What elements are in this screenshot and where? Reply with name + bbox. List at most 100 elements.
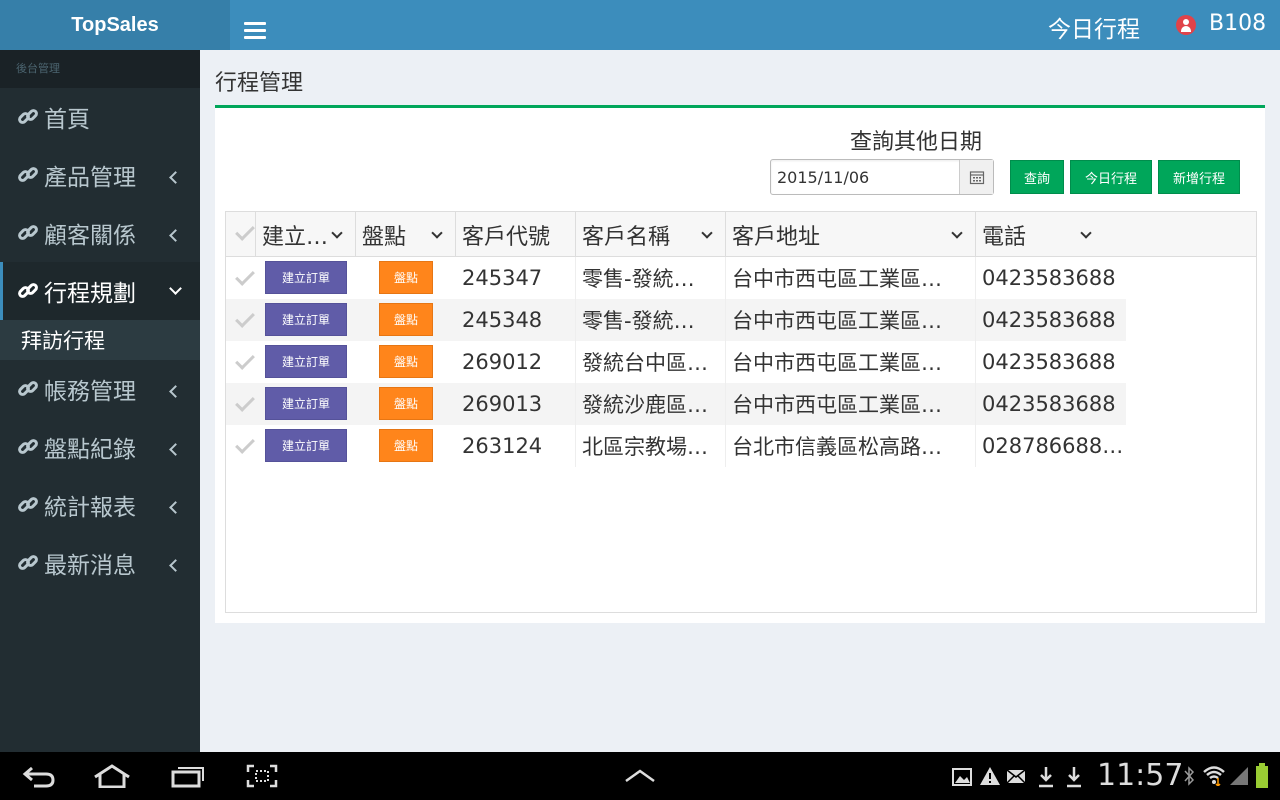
sidebar-item-home[interactable]: 首頁 <box>0 88 200 146</box>
sidebar-item-label: 統計報表 <box>44 495 136 521</box>
bluetooth-icon <box>1184 766 1195 786</box>
sidebar-item-label: 首頁 <box>44 107 90 133</box>
check-icon[interactable] <box>235 392 255 412</box>
cell-customer-id: 269013 <box>456 383 576 425</box>
date-picker[interactable] <box>770 159 994 195</box>
inventory-count-button[interactable]: 盤點 <box>379 303 433 336</box>
inventory-count-button[interactable]: 盤點 <box>379 429 433 462</box>
mail-icon <box>1006 769 1026 784</box>
sidebar-item-inventory-records[interactable]: 盤點紀錄 <box>0 418 200 476</box>
today-schedule-button[interactable]: 今日行程 <box>1070 160 1152 194</box>
user-name[interactable]: B108 <box>1209 11 1266 36</box>
table-row[interactable]: 建立訂單 盤點 269012 發統台中區… 台中市西屯區工業區… 0423583… <box>226 341 1126 383</box>
cell-customer-address: 台中市西屯區工業區… <box>726 341 976 383</box>
check-icon[interactable] <box>235 266 255 286</box>
cell-customer-address: 台中市西屯區工業區… <box>726 299 976 341</box>
schedule-grid: 建立… 盤點 客戶代號 客戶名稱 客戶地址 電話 建立訂單 盤點 245347 … <box>225 211 1257 613</box>
inventory-count-button[interactable]: 盤點 <box>379 261 433 294</box>
battery-icon <box>1256 763 1268 788</box>
chevron-left-icon <box>169 559 182 572</box>
chevron-down-icon <box>169 282 182 295</box>
chevron-down-icon <box>1080 227 1092 239</box>
sidebar-item-customers[interactable]: 顧客關係 <box>0 204 200 262</box>
cell-customer-name: 發統台中區… <box>576 341 726 383</box>
column-label: 盤點 <box>362 224 407 250</box>
chevron-left-icon <box>169 443 182 456</box>
sidebar-item-schedule-planning[interactable]: 行程規劃 <box>0 262 200 320</box>
cell-customer-id: 245347 <box>456 257 576 299</box>
col-header-count[interactable]: 盤點 <box>356 212 456 257</box>
link-icon <box>18 497 38 512</box>
cell-customer-name: 發統沙鹿區… <box>576 383 726 425</box>
sidebar-item-products[interactable]: 產品管理 <box>0 146 200 204</box>
sidebar-item-label: 帳務管理 <box>44 379 136 405</box>
grid-header: 建立… 盤點 客戶代號 客戶名稱 客戶地址 電話 <box>226 212 1256 257</box>
query-button[interactable]: 查詢 <box>1010 160 1064 194</box>
chevron-left-icon <box>169 385 182 398</box>
col-header-create[interactable]: 建立… <box>256 212 356 257</box>
sidebar-item-news[interactable]: 最新消息 <box>0 534 200 592</box>
table-row[interactable]: 建立訂單 盤點 263124 北區宗教場… 台北市信義區松高路… 0287866… <box>226 425 1126 467</box>
col-header-phone[interactable]: 電話 <box>976 212 1126 257</box>
warning-icon <box>980 767 1000 785</box>
check-icon[interactable] <box>235 308 255 328</box>
create-order-button[interactable]: 建立訂單 <box>265 303 347 336</box>
link-icon <box>18 167 38 182</box>
inventory-count-button[interactable]: 盤點 <box>379 387 433 420</box>
create-order-button[interactable]: 建立訂單 <box>265 261 347 294</box>
sidebar-item-reports[interactable]: 統計報表 <box>0 476 200 534</box>
col-header-customer-id[interactable]: 客戶代號 <box>456 212 576 257</box>
select-all-checkbox[interactable] <box>226 212 256 257</box>
link-icon <box>18 381 38 396</box>
col-header-customer-address[interactable]: 客戶地址 <box>726 212 976 257</box>
chevron-down-icon <box>331 227 343 239</box>
schedule-box: 查詢其他日期 查詢 今日行程 新增行程 建立… 盤點 客戶代號 客戶名稱 客戶地… <box>215 105 1265 623</box>
inventory-count-button[interactable]: 盤點 <box>379 345 433 378</box>
table-row[interactable]: 建立訂單 盤點 245347 零售-發統… 台中市西屯區工業區… 0423583… <box>226 257 1126 299</box>
signal-icon <box>1230 767 1248 785</box>
cell-customer-id: 245348 <box>456 299 576 341</box>
cell-customer-id: 269012 <box>456 341 576 383</box>
calendar-icon[interactable] <box>959 160 993 194</box>
cell-customer-name: 零售-發統… <box>576 299 726 341</box>
cell-customer-address: 台北市信義區松高路… <box>726 425 976 467</box>
create-order-button[interactable]: 建立訂單 <box>265 387 347 420</box>
link-icon <box>18 439 38 454</box>
check-icon <box>235 221 255 241</box>
table-row[interactable]: 建立訂單 盤點 269013 發統沙鹿區… 台中市西屯區工業區… 0423583… <box>226 383 1126 425</box>
page-title: 行程管理 <box>215 71 304 96</box>
chevron-down-icon <box>951 227 963 239</box>
screenshot-icon[interactable] <box>246 764 278 788</box>
sidebar-item-label: 顧客關係 <box>44 223 136 249</box>
date-input[interactable] <box>771 160 959 194</box>
user-avatar-icon[interactable] <box>1176 15 1196 35</box>
sidebar-subitem-visit-schedule[interactable]: 拜訪行程 <box>0 320 200 360</box>
check-icon[interactable] <box>235 350 255 370</box>
back-icon[interactable] <box>22 764 56 788</box>
top-today-schedule-link[interactable]: 今日行程 <box>1048 10 1140 44</box>
column-label: 電話 <box>982 224 1027 250</box>
system-nav-bar: 11:57 <box>0 752 1280 800</box>
sidebar-item-label: 行程規劃 <box>44 281 136 307</box>
cell-phone: 0423583688 <box>982 392 1116 416</box>
brand-logo[interactable]: TopSales <box>0 0 230 50</box>
cell-phone: 028786688… <box>982 434 1124 458</box>
create-order-button[interactable]: 建立訂單 <box>265 345 347 378</box>
sidebar-header: 後台管理 <box>0 50 200 88</box>
table-row[interactable]: 建立訂單 盤點 245348 零售-發統… 台中市西屯區工業區… 0423583… <box>226 299 1126 341</box>
add-schedule-button[interactable]: 新增行程 <box>1158 160 1240 194</box>
home-icon[interactable] <box>92 764 132 788</box>
status-clock: 11:57 <box>1097 758 1184 793</box>
chevron-left-icon <box>169 171 182 184</box>
column-label: 建立… <box>262 224 329 250</box>
wifi-icon <box>1203 766 1225 786</box>
sidebar-item-accounting[interactable]: 帳務管理 <box>0 360 200 418</box>
sidebar-item-label: 產品管理 <box>44 165 136 191</box>
create-order-button[interactable]: 建立訂單 <box>265 429 347 462</box>
chevron-up-icon[interactable] <box>624 768 656 784</box>
col-header-customer-name[interactable]: 客戶名稱 <box>576 212 726 257</box>
recent-apps-icon[interactable] <box>170 764 206 788</box>
check-icon[interactable] <box>235 434 255 454</box>
hamburger-menu-icon[interactable] <box>244 22 266 40</box>
chevron-left-icon <box>169 229 182 242</box>
